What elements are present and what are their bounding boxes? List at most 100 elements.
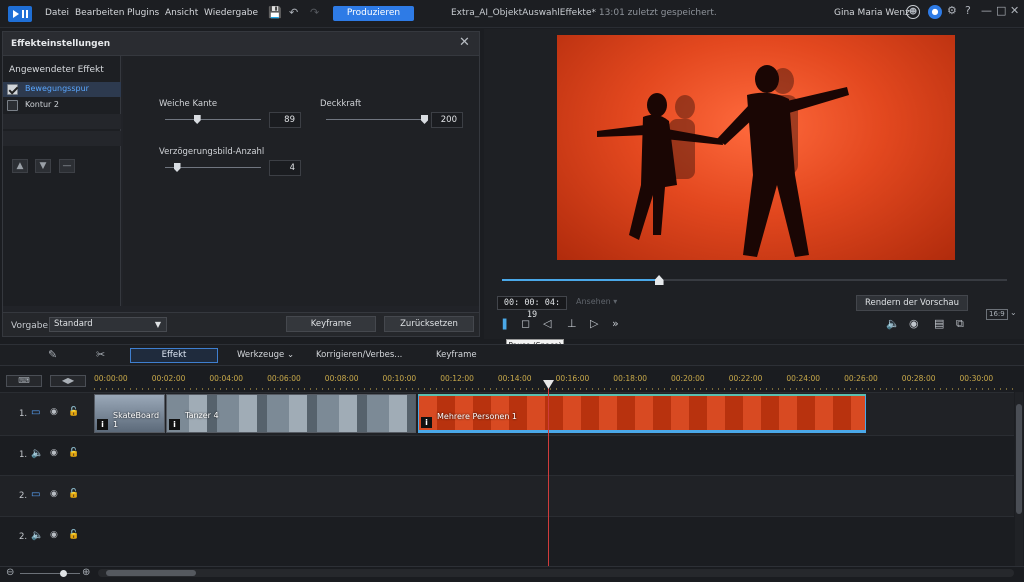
stop-icon[interactable]: ◻ [521,317,530,330]
preview-scrubber-thumb[interactable] [654,275,664,285]
tools-dropdown[interactable]: Werkzeuge ⌄ [237,350,294,360]
eye-icon[interactable]: ◉ [50,489,58,499]
effect-item-bewegungsspur[interactable]: Bewegungsspur [3,82,121,97]
soft-edge-slider-thumb[interactable] [193,115,201,124]
save-icon[interactable]: 💾 [268,6,282,19]
opacity-value[interactable]: 200 [431,112,463,128]
close-icon[interactable]: ✕ [1010,4,1019,17]
panel-close-icon[interactable]: ✕ [459,35,470,50]
fit-timeline-button[interactable]: ◀▶ [50,375,86,387]
menu-ansicht[interactable]: Ansicht [165,8,198,18]
zoom-out-icon[interactable]: ⊖ [6,567,14,578]
split-frame-icon[interactable]: ⊥ [567,317,577,330]
pause-icon[interactable]: ❚ [500,317,509,330]
render-preview-button[interactable]: Rendern der Vorschau [856,295,968,311]
chevron-down-icon[interactable]: ⌄ [1010,308,1017,317]
preset-bar: Vorgabe: Standard ▼ Keyframe Zurücksetzen [3,312,479,336]
ruler-tick-label: 00:10:00 [382,374,417,383]
effect-settings-title: Effekteinstellungen [11,39,111,49]
undock-icon[interactable]: ⧉ [956,317,964,331]
account-icon[interactable]: ☻ [906,5,920,19]
preview-scrubber-progress [502,279,659,281]
eye-icon[interactable]: ◉ [50,407,58,417]
applied-effect-label: Angewendeter Effekt [9,65,104,75]
redo-icon[interactable]: ↷ [310,6,319,19]
volume-icon[interactable]: 🔈 [886,317,900,330]
move-down-button[interactable]: ▼ [35,159,51,173]
clip-info-badge[interactable]: i [421,417,432,428]
maximize-icon[interactable]: □ [996,4,1006,17]
timeline-playhead[interactable] [548,380,549,566]
zoom-in-icon[interactable]: ⊕ [82,567,90,578]
lock-icon[interactable]: 🔓 [68,448,79,458]
scissors-icon[interactable]: ✂ [96,348,105,361]
clip-info-badge[interactable]: i [97,419,108,430]
remove-effect-button[interactable]: — [59,159,75,173]
soft-edge-value[interactable]: 89 [269,112,301,128]
soft-edge-slider[interactable] [165,119,261,120]
effect-item-kontur[interactable]: Kontur 2 [3,98,121,113]
effect-parameters: Weiche Kante 89 Deckkraft 200 Verzögerun… [123,56,479,306]
menu-datei[interactable]: Datei [45,8,69,18]
track-row-video-2 [0,475,1014,516]
project-name: Extra_AI_ObjektAuswahlEffekte* [451,8,596,18]
vertical-scrollbar-thumb[interactable] [1016,404,1022,514]
help-icon[interactable]: ? [965,4,971,17]
track-manager-button[interactable]: ⌨ [6,375,42,387]
move-up-button[interactable]: ▲ [12,159,28,173]
timeline-clip[interactable]: Tanzer 4 i [166,394,416,433]
keyframe-button[interactable]: Keyframe [286,316,376,332]
project-title: Extra_AI_ObjektAuswahlEffekte* 13:01 zul… [451,8,717,18]
timeline-clip[interactable]: Mehrere Personen 1 i [418,394,866,433]
effect-checkbox[interactable] [7,100,18,111]
effect-item-label: Kontur 2 [25,100,59,109]
fast-forward-icon[interactable]: » [612,317,619,330]
preset-dropdown[interactable]: Standard ▼ [49,317,167,332]
menu-bearbeiten[interactable]: Bearbeiten [75,8,124,18]
zoom-slider-thumb[interactable] [60,570,67,577]
timecode-display[interactable]: 00: 00: 04: 19 [497,296,567,320]
ruler-tick-label: 00:02:00 [151,374,186,383]
video-track-icon: ▭ [31,489,41,500]
empty-effect-slot [3,131,121,146]
snapshot-camera-icon[interactable]: ◉ [909,317,919,330]
menu-wiedergabe[interactable]: Wiedergabe [204,8,258,18]
effect-checkbox[interactable] [7,84,18,95]
horizontal-scrollbar-thumb[interactable] [106,570,196,576]
correct-enhance-button[interactable]: Korrigieren/Verbes... [316,350,402,360]
delay-count-label: Verzögerungsbild-Anzahl [159,147,265,157]
audio-track-icon: 🔈 [31,448,44,459]
minimize-icon[interactable]: — [981,4,992,17]
undo-icon[interactable]: ↶ [289,6,298,19]
opacity-slider-thumb[interactable] [421,115,428,124]
delay-count-value[interactable]: 4 [269,160,301,176]
eye-icon[interactable]: ◉ [50,530,58,540]
notification-icon[interactable]: ● [928,5,942,19]
previous-frame-icon[interactable]: ◁ [543,317,551,330]
keyframe-tab-button[interactable]: Keyframe [436,350,477,360]
produce-button[interactable]: Produzieren [333,6,414,21]
view-label: Ansehen [576,297,611,306]
pen-icon[interactable]: ✎ [48,348,57,361]
opacity-slider[interactable] [326,119,424,120]
view-dropdown[interactable]: Ansehen ▾ [576,297,617,306]
eye-icon[interactable]: ◉ [50,448,58,458]
zoom-slider[interactable] [20,573,80,574]
gear-icon[interactable]: ⚙ [947,4,957,17]
lock-icon[interactable]: 🔓 [68,407,79,417]
ruler-tick-label: 00:20:00 [671,374,705,383]
subtitle-icon[interactable]: ▤ [934,317,944,330]
aspect-ratio-selector[interactable]: 16:9 [986,309,1008,320]
next-frame-icon[interactable]: ▷ [590,317,598,330]
effect-tab-button[interactable]: Effekt [130,348,218,363]
clip-info-badge[interactable]: i [169,419,180,430]
menu-plugins[interactable]: Plugins [127,8,159,18]
lock-icon[interactable]: 🔓 [68,530,79,540]
timeline-clip[interactable]: SkateBoard 1 i [94,394,165,433]
delay-count-slider-thumb[interactable] [173,163,181,172]
ruler-tick-label: 00:12:00 [440,374,474,383]
timeline-horizontal-scrollbar[interactable] [98,569,1014,577]
reset-button[interactable]: Zurücksetzen [384,316,474,332]
opacity-label: Deckkraft [320,99,362,109]
lock-icon[interactable]: 🔓 [68,489,79,499]
